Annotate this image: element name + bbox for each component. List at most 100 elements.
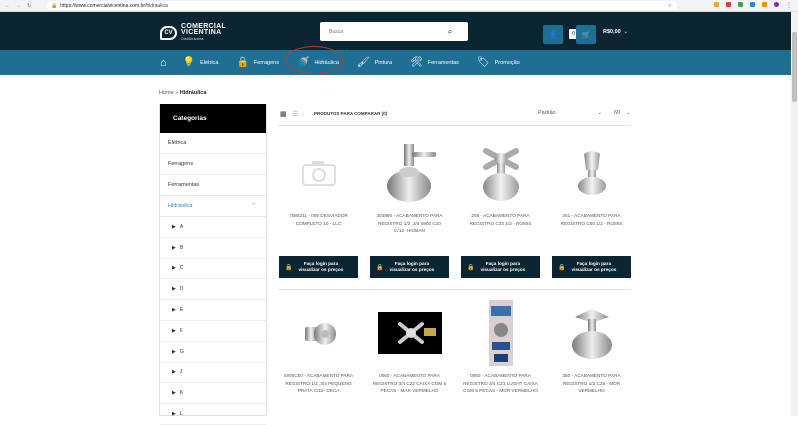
product-image-placeholder[interactable] bbox=[279, 140, 358, 206]
subcategory-item[interactable]: ▶ F bbox=[160, 321, 266, 342]
product-card[interactable]: 350 - ACABAMENTO PARA REGISTRO 1/2 C25 -… bbox=[552, 300, 631, 395]
extension-icon[interactable] bbox=[750, 2, 755, 7]
login-to-see-price-button[interactable]: 🔒 Faça login para visualizar os preços bbox=[552, 256, 631, 278]
reload-icon[interactable]: ↻ bbox=[27, 3, 31, 9]
subcategory-item[interactable]: ▶ E bbox=[160, 300, 266, 321]
caret-right-icon: ▶ bbox=[172, 265, 176, 272]
site-header: CV COMERCIAL VICENTINA Distribuidora ⌕ 👤… bbox=[0, 12, 798, 50]
search-button[interactable]: ⌕ bbox=[440, 22, 460, 41]
sidebar-item-hidraulica[interactable]: Hidráulica ⌃ bbox=[160, 196, 266, 217]
grid-view-icon[interactable]: ▦ bbox=[280, 110, 287, 118]
product-card[interactable]: 0060 - ACABAMENTO PARA REGISTRO 3/4 C23 … bbox=[461, 300, 540, 395]
back-icon[interactable]: ← bbox=[5, 3, 10, 9]
login-to-see-price-button[interactable]: 🔒 Faça login para visualizar os preços bbox=[370, 256, 449, 278]
login-label-line2: visualizar os preços bbox=[571, 267, 617, 272]
login-label-line2: visualizar os preços bbox=[389, 267, 435, 272]
nav-item-promocao[interactable]: 🏷 Promoção bbox=[477, 50, 520, 75]
lock-icon: 🔒 bbox=[51, 2, 58, 9]
product-toolbar: ▦ ☰ PRODUTOS PARA COMPARAR (0) Padrão ⌄ 6… bbox=[278, 104, 631, 126]
product-image[interactable] bbox=[370, 300, 449, 366]
search-input[interactable] bbox=[320, 22, 440, 41]
product-image[interactable] bbox=[279, 300, 358, 366]
subcategory-item[interactable]: ▶ C bbox=[160, 259, 266, 280]
tag-icon: 🏷 bbox=[476, 56, 490, 68]
product-name[interactable]: 0060 - ACABAMENTO PARA REGISTRO 3/4 C22 … bbox=[370, 372, 449, 395]
product-name[interactable]: 0060 - ACABAMENTO PARA REGISTRO 3/4 C23 … bbox=[461, 372, 540, 395]
chevron-down-icon: ⌄ bbox=[626, 110, 631, 116]
profile-icon[interactable] bbox=[774, 2, 779, 7]
bookmark-star-icon[interactable]: ☆ bbox=[668, 3, 672, 9]
lock-icon: 🔒 bbox=[558, 264, 566, 271]
breadcrumb-home[interactable]: Home bbox=[159, 90, 174, 96]
caret-right-icon: ▶ bbox=[172, 223, 176, 230]
subcategory-item[interactable]: ▶ B bbox=[160, 238, 266, 259]
product-image[interactable] bbox=[461, 300, 540, 366]
per-page-value: 60 bbox=[614, 110, 621, 116]
product-card[interactable]: 261 - ACABAMENTO PARA REGISTRO C50 1/2 -… bbox=[552, 140, 631, 227]
subcategory-item[interactable]: ▶ L bbox=[160, 404, 266, 425]
subcategory-item[interactable]: ▶ A bbox=[160, 217, 266, 238]
product-name[interactable]: 350 - ACABAMENTO PARA REGISTRO 1/2 C25 -… bbox=[552, 372, 631, 395]
logo-line3: Distribuidora bbox=[181, 36, 204, 41]
product-card[interactable]: 0060 - ACABAMENTO PARA REGISTRO 3/4 C22 … bbox=[370, 300, 449, 395]
subcategory-label: E bbox=[179, 307, 184, 314]
extension-icon[interactable] bbox=[762, 2, 767, 7]
site-logo[interactable]: CV COMERCIAL VICENTINA Distribuidora bbox=[160, 23, 226, 42]
cart-button[interactable]: 🛒 bbox=[576, 25, 596, 44]
product-image[interactable] bbox=[461, 140, 540, 206]
sort-value: Padrão bbox=[538, 110, 556, 116]
product-name[interactable]: 261 - ACABAMENTO PARA REGISTRO C50 1/2 -… bbox=[552, 212, 631, 227]
sidebar-item-ferragens[interactable]: Ferragens bbox=[160, 154, 266, 175]
subcategory-item[interactable]: ▶ K bbox=[160, 383, 266, 405]
product-name[interactable]: 303850 - ACABAMENTO PARA REGISTRO 1/2 ,3… bbox=[370, 212, 449, 235]
subcategory-label: B bbox=[179, 244, 184, 251]
account-button[interactable]: 👤 bbox=[543, 25, 563, 44]
cart-total[interactable]: R$0,00 ⌄ bbox=[603, 29, 628, 35]
product-image[interactable] bbox=[552, 300, 631, 366]
breadcrumb: Home » Hidráulica bbox=[159, 90, 206, 96]
extension-icon[interactable] bbox=[714, 2, 719, 7]
paint-roller-icon: 🖌 bbox=[356, 56, 370, 68]
home-icon[interactable]: ⌂ bbox=[160, 57, 167, 69]
product-card[interactable]: 303850 - ACABAMENTO PARA REGISTRO 1/2 ,3… bbox=[370, 140, 449, 235]
url-host: https://www.comercialvicentina.com.br/ bbox=[60, 2, 147, 9]
nav-item-eletrica[interactable]: 💡 Elétrica bbox=[183, 50, 219, 75]
subcategory-item[interactable]: ▶ G bbox=[160, 342, 266, 363]
per-page-select[interactable]: 60 ⌄ bbox=[614, 110, 631, 116]
product-name[interactable]: 4900C50 - ACABAMENTO PARA REGISTRO 1/2 ,… bbox=[279, 372, 358, 395]
login-to-see-price-button[interactable]: 🔒 Faça login para visualizar os preços bbox=[461, 256, 540, 278]
product-image[interactable] bbox=[370, 140, 449, 206]
product-name[interactable]: 7585211 - 006 DESVIADOR COMPLETO 10 - LL… bbox=[279, 212, 358, 227]
address-bar[interactable]: 🔒 https://www.comercialvicentina.com.br/… bbox=[47, 1, 677, 10]
chevron-up-icon[interactable]: ⌃ bbox=[251, 203, 256, 209]
sidebar-item-ferramentas[interactable]: Ferramentas bbox=[160, 175, 266, 196]
lock-icon: 🔒 bbox=[285, 264, 293, 271]
product-image[interactable] bbox=[552, 140, 631, 206]
extension-icon[interactable] bbox=[726, 2, 731, 7]
subcategory-label: G bbox=[179, 348, 184, 355]
subcategory-item[interactable]: ▶ D bbox=[160, 279, 266, 301]
login-to-see-price-button[interactable]: 🔒 Faça login para visualizar os preços bbox=[279, 256, 358, 278]
product-card[interactable]: 4900C50 - ACABAMENTO PARA REGISTRO 1/2 ,… bbox=[279, 300, 358, 395]
menu-icon[interactable]: ⋮ bbox=[786, 2, 792, 9]
product-card[interactable]: 255 - ACABAMENTO PARA REGISTRO C33 1/2 -… bbox=[461, 140, 540, 227]
lightbulb-icon: 💡 bbox=[182, 56, 196, 68]
product-card[interactable]: 7585211 - 006 DESVIADOR COMPLETO 10 - LL… bbox=[279, 140, 358, 227]
compare-link[interactable]: PRODUTOS PARA COMPARAR (0) bbox=[314, 111, 387, 116]
nav-item-pintura[interactable]: 🖌 Pintura bbox=[357, 50, 392, 75]
nav-item-ferragens[interactable]: 🔒 Ferragens bbox=[236, 50, 279, 75]
product-name[interactable]: 255 - ACABAMENTO PARA REGISTRO C33 1/2 -… bbox=[461, 212, 540, 227]
lock-icon: 🔒 bbox=[376, 264, 384, 271]
subcategory-label: C bbox=[179, 265, 184, 272]
scrollbar-thumb[interactable] bbox=[792, 32, 797, 102]
list-view-icon[interactable]: ☰ bbox=[292, 110, 298, 118]
nav-item-ferramentas[interactable]: 🛠 Ferramentas bbox=[410, 50, 459, 75]
sidebar-item-eletrica[interactable]: Elétrica bbox=[160, 133, 266, 154]
page-scrollbar[interactable] bbox=[791, 12, 798, 416]
extension-icon[interactable] bbox=[738, 2, 743, 7]
forward-icon[interactable]: → bbox=[16, 3, 21, 9]
subcategory-item[interactable]: ▶ J bbox=[160, 363, 266, 384]
subcategory-label: J bbox=[179, 369, 183, 376]
sort-select[interactable]: Padrão ⌄ bbox=[538, 110, 602, 116]
main-nav: ⌂ 💡 Elétrica 🔒 Ferragens 🚿 Hidráulica 🖌 Pint… bbox=[0, 50, 798, 75]
